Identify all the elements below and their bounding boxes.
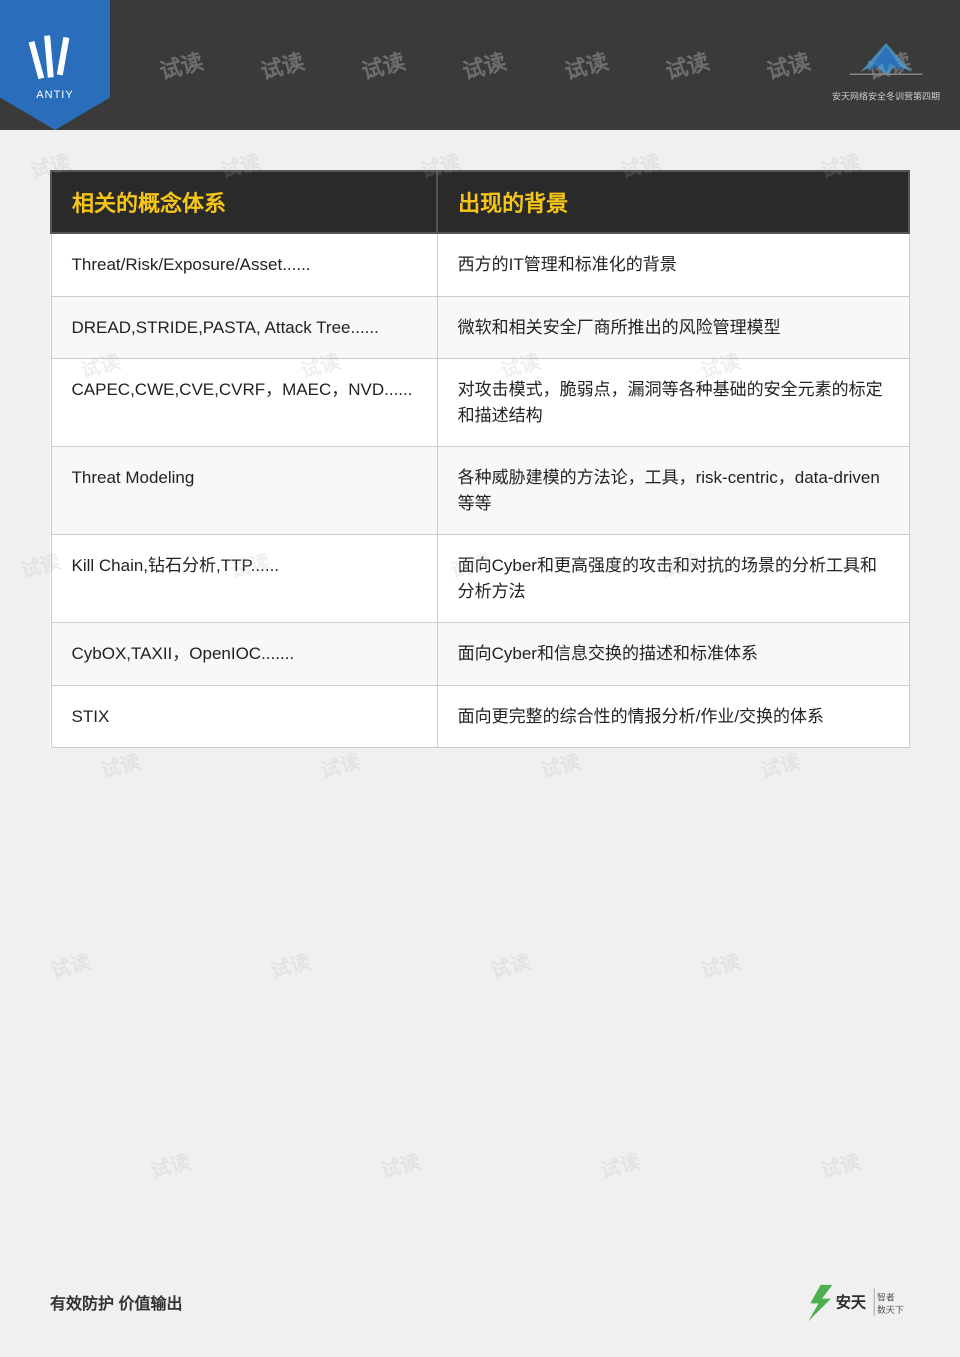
table-header-left: 相关的概念体系 <box>51 171 437 233</box>
header-brand-logo-icon <box>846 28 926 88</box>
table-row: STIX面向更完整的综合性的情报分析/作业/交换的体系 <box>51 685 909 748</box>
main-content: 相关的概念体系 出现的背景 Threat/Risk/Exposure/Asset… <box>0 130 960 778</box>
page-watermark-18: 试读 <box>267 945 313 983</box>
antiy-logo-icon <box>28 30 83 85</box>
page-watermark-19: 试读 <box>487 945 533 983</box>
table-row: Threat Modeling各种威胁建模的方法论，工具，risk-centri… <box>51 447 909 535</box>
table-cell-left: Kill Chain,钻石分析,TTP...... <box>51 535 437 623</box>
table-header-right: 出现的背景 <box>437 171 909 233</box>
table-row: Threat/Risk/Exposure/Asset......西方的IT管理和… <box>51 233 909 296</box>
logo-box: ANTIY <box>0 0 110 130</box>
page-watermark-17: 试读 <box>47 945 93 983</box>
table-cell-right: 对攻击模式，脆弱点，漏洞等各种基础的安全元素的标定和描述结构 <box>437 359 909 447</box>
table-cell-left: CybOX,TAXII，OpenIOC....... <box>51 623 437 686</box>
page-watermark-20: 试读 <box>697 945 743 983</box>
header-wm-1: 试读 <box>155 44 206 86</box>
svg-text:数天下: 数天下 <box>877 1304 904 1315</box>
header: ANTIY 试读 试读 试读 试读 试读 试读 试读 试读 安天网络安全冬训营第… <box>0 0 960 130</box>
footer-left-text: 有效防护 价值输出 <box>50 1290 182 1314</box>
table-cell-right: 面向更完整的综合性的情报分析/作业/交换的体系 <box>437 685 909 748</box>
table-cell-left: STIX <box>51 685 437 748</box>
svg-text:智者: 智者 <box>877 1292 895 1303</box>
page-watermark-23: 试读 <box>597 1145 643 1183</box>
page-watermark-22: 试读 <box>377 1145 423 1183</box>
table-cell-right: 面向Cyber和更高强度的攻击和对抗的场景的分析工具和分析方法 <box>437 535 909 623</box>
table-cell-right: 微软和相关安全厂商所推出的风险管理模型 <box>437 296 909 359</box>
table-cell-left: CAPEC,CWE,CVE,CVRF，MAEC，NVD...... <box>51 359 437 447</box>
header-wm-3: 试读 <box>358 44 409 86</box>
table-cell-left: Threat/Risk/Exposure/Asset...... <box>51 233 437 296</box>
table-cell-left: DREAD,STRIDE,PASTA, Attack Tree...... <box>51 296 437 359</box>
header-wm-6: 试读 <box>661 44 712 86</box>
table-cell-left: Threat Modeling <box>51 447 437 535</box>
header-wm-4: 试读 <box>459 44 510 86</box>
svg-text:安天: 安天 <box>836 1294 867 1312</box>
table-cell-right: 西方的IT管理和标准化的背景 <box>437 233 909 296</box>
footer: 有效防护 价值输出 安天 智者 数天下 <box>0 1277 960 1327</box>
table-row: Kill Chain,钻石分析,TTP......面向Cyber和更高强度的攻击… <box>51 535 909 623</box>
logo-text: ANTIY <box>36 89 73 101</box>
page-watermark-21: 试读 <box>147 1145 193 1183</box>
header-wm-2: 试读 <box>256 44 307 86</box>
table-cell-right: 各种威胁建模的方法论，工具，risk-centric，data-driven等等 <box>437 447 909 535</box>
table-cell-right: 面向Cyber和信息交换的描述和标准体系 <box>437 623 909 686</box>
footer-right: 安天 智者 数天下 <box>800 1277 910 1327</box>
table-row: DREAD,STRIDE,PASTA, Attack Tree......微软和… <box>51 296 909 359</box>
header-wm-7: 试读 <box>763 44 814 86</box>
page-watermark-24: 试读 <box>817 1145 863 1183</box>
header-brand-subtitle: 安天网络安全冬训营第四期 <box>832 90 940 103</box>
table-header-row: 相关的概念体系 出现的背景 <box>51 171 909 233</box>
table-row: CAPEC,CWE,CVE,CVRF，MAEC，NVD......对攻击模式，脆… <box>51 359 909 447</box>
header-brand: 安天网络安全冬训营第四期 <box>832 28 940 103</box>
table-row: CybOX,TAXII，OpenIOC.......面向Cyber和信息交换的描… <box>51 623 909 686</box>
footer-logo-icon: 安天 智者 数天下 <box>800 1277 910 1327</box>
concept-table: 相关的概念体系 出现的背景 Threat/Risk/Exposure/Asset… <box>50 170 910 748</box>
header-wm-5: 试读 <box>560 44 611 86</box>
